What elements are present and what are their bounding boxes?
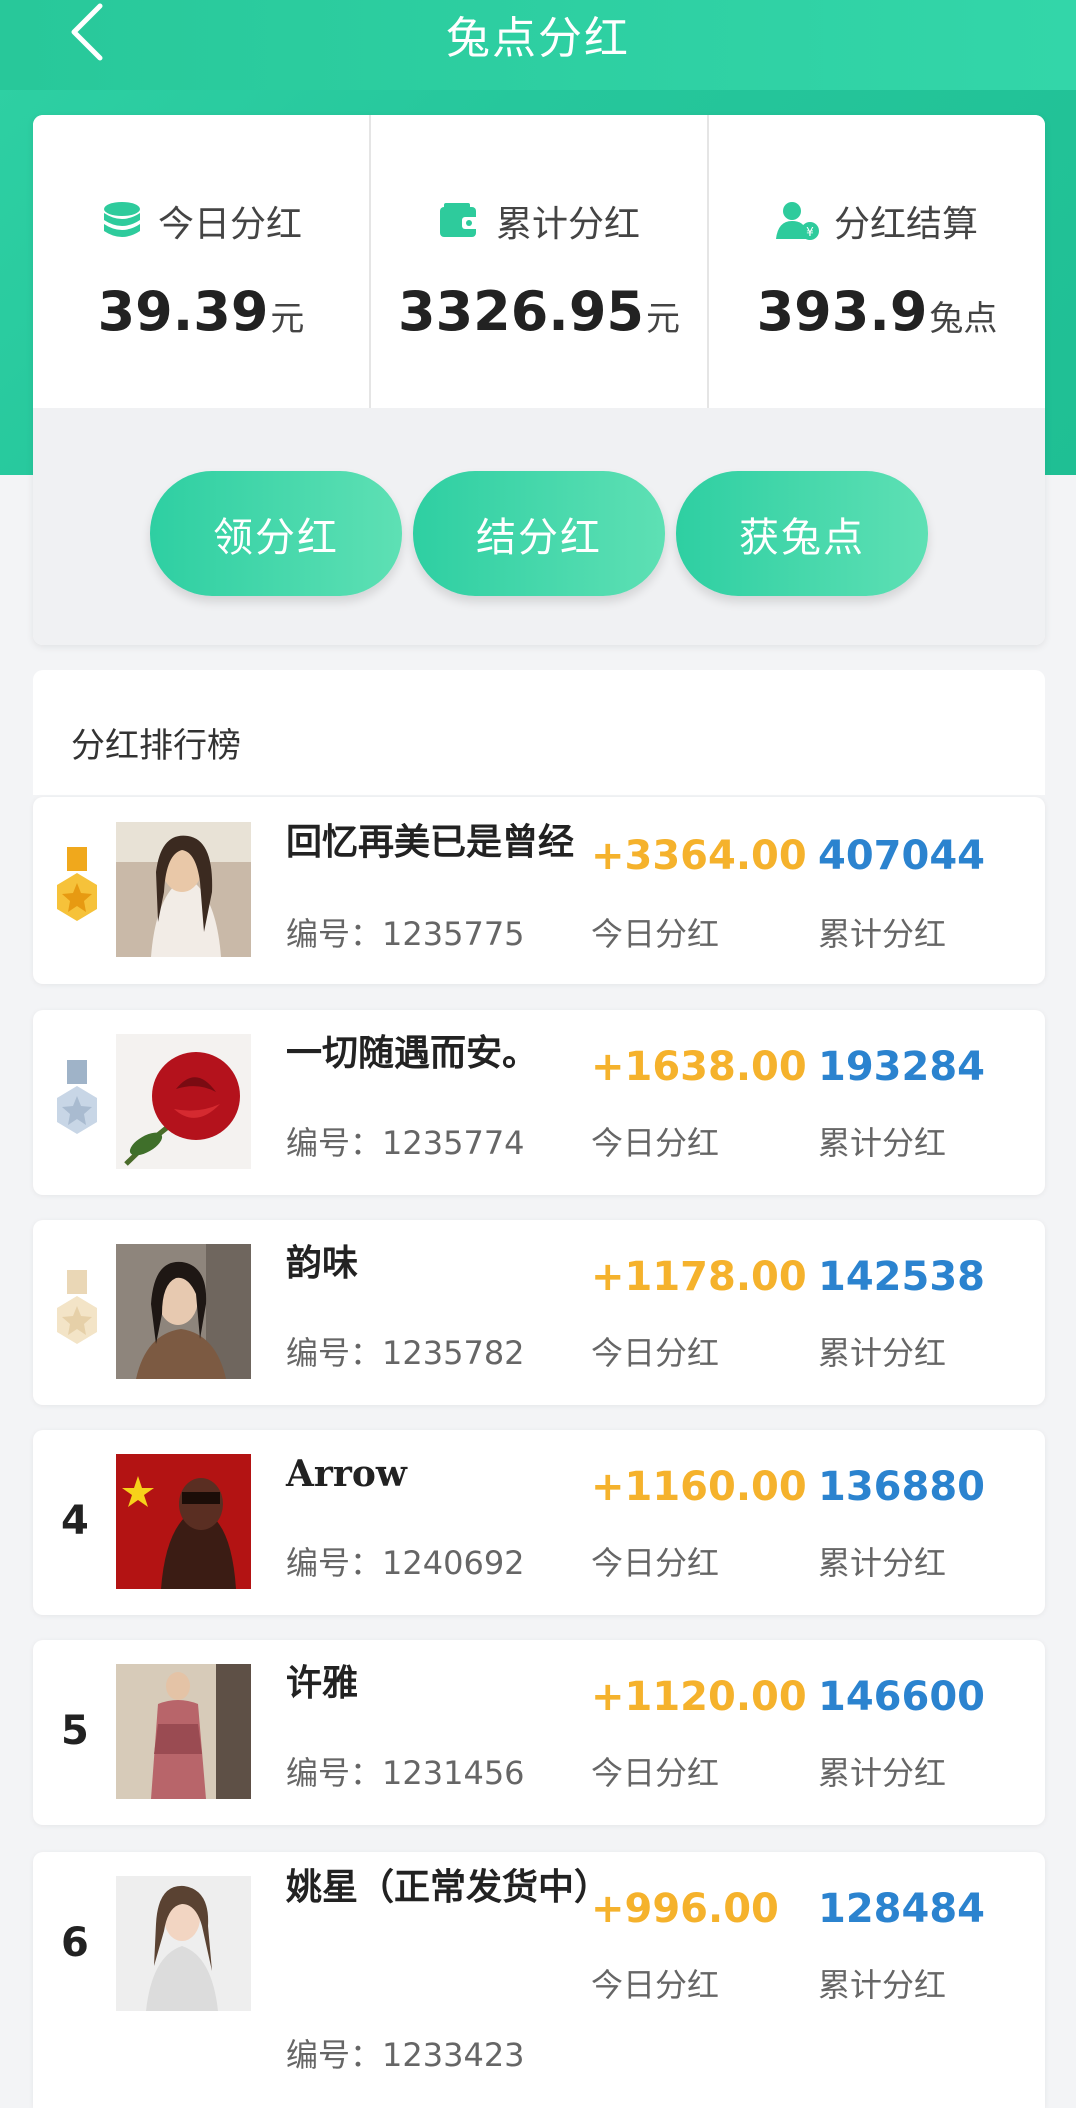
user-name: 韵味 xyxy=(286,1243,359,1284)
total-dividend-label: 累计分红 xyxy=(818,1966,947,2004)
user-id: 编号：1235775 xyxy=(286,915,525,953)
avatar xyxy=(116,1244,251,1379)
list-item[interactable]: 4 Arrow 编号：1240692 +1160.00 今日分红 136880 … xyxy=(33,1430,1045,1615)
list-item[interactable]: 6 姚星（正常发货中） 编号：1233423 +996.00 今日分红 1284… xyxy=(33,1852,1045,2108)
settle-dividend-button[interactable]: 结分红 xyxy=(413,471,665,596)
user-id: 编号：1233423 xyxy=(286,2036,525,2074)
today-dividend-value: +1120.00 xyxy=(591,1674,807,1720)
stat-value: 393.9 xyxy=(756,280,928,343)
today-dividend-label: 今日分红 xyxy=(591,1334,720,1372)
stat-value: 3326.95 xyxy=(398,280,644,343)
wallet-icon xyxy=(439,203,480,237)
coins-stack-icon xyxy=(103,202,140,237)
total-dividend-value: 193284 xyxy=(818,1044,985,1090)
user-id: 编号：1240692 xyxy=(286,1544,525,1582)
user-id: 编号：1231456 xyxy=(286,1754,525,1792)
avatar xyxy=(116,1876,251,2011)
stat-value: 39.39 xyxy=(97,280,269,343)
avatar xyxy=(116,1034,251,1169)
total-dividend-label: 累计分红 xyxy=(818,1334,947,1372)
avatar xyxy=(116,1454,251,1589)
user-name: 一切随遇而安。 xyxy=(286,1033,539,1074)
user-name: Arrow xyxy=(286,1453,407,1495)
user-name: 回忆再美已是曾经 xyxy=(286,822,575,863)
user-id: 编号：1235782 xyxy=(286,1334,525,1372)
today-dividend-value: +996.00 xyxy=(591,1886,779,1932)
avatar xyxy=(116,822,251,957)
stat-total-dividend: 累计分红 3326.95元 xyxy=(371,115,709,408)
user-name: 姚星（正常发货中） xyxy=(286,1867,611,1908)
today-dividend-value: +1638.00 xyxy=(591,1044,807,1090)
today-dividend-value: +3364.00 xyxy=(591,833,807,879)
rank-number: 5 xyxy=(61,1708,89,1754)
stats-row: 今日分红 39.39元 累计分红 3326.95元 ¥ 分红结算 393.9兔点 xyxy=(33,115,1045,408)
user-id: 编号：1235774 xyxy=(286,1124,525,1162)
get-points-button[interactable]: 获兔点 xyxy=(676,471,928,596)
total-dividend-value: 136880 xyxy=(818,1464,985,1510)
total-dividend-value: 128484 xyxy=(818,1886,985,1932)
total-dividend-value: 142538 xyxy=(818,1254,985,1300)
list-item[interactable]: 韵味 编号：1235782 +1178.00 今日分红 142538 累计分红 xyxy=(33,1220,1045,1405)
total-dividend-value: 407044 xyxy=(818,833,985,879)
svg-text:¥: ¥ xyxy=(806,225,814,239)
stat-settlement: ¥ 分红结算 393.9兔点 xyxy=(709,115,1045,408)
user-yen-icon: ¥ xyxy=(775,202,819,240)
today-dividend-value: +1178.00 xyxy=(591,1254,807,1300)
today-dividend-label: 今日分红 xyxy=(591,1754,720,1792)
gold-medal-icon xyxy=(57,847,97,921)
actions-row: 领分红 结分红 获兔点 xyxy=(33,408,1045,645)
rank-number: 6 xyxy=(61,1920,89,1966)
stat-unit: 兔点 xyxy=(929,299,998,339)
today-dividend-label: 今日分红 xyxy=(591,1544,720,1582)
stat-unit: 元 xyxy=(645,299,680,339)
ranking-header: 分红排行榜 xyxy=(33,670,1045,795)
summary-card: 今日分红 39.39元 累计分红 3326.95元 ¥ 分红结算 393.9兔点… xyxy=(33,115,1045,645)
stat-label: 分红结算 xyxy=(833,204,978,245)
page-title: 兔点分红 xyxy=(446,13,630,64)
stat-label: 累计分红 xyxy=(495,204,640,245)
silver-medal-icon xyxy=(57,1060,97,1134)
stat-label: 今日分红 xyxy=(157,204,302,245)
total-dividend-label: 累计分红 xyxy=(818,1544,947,1582)
avatar xyxy=(116,1664,251,1799)
list-item[interactable]: 5 许雅 编号：1231456 +1120.00 今日分红 146600 累计分… xyxy=(33,1640,1045,1825)
list-item[interactable]: 回忆再美已是曾经 编号：1235775 +3364.00 今日分红 407044… xyxy=(33,797,1045,984)
total-dividend-label: 累计分红 xyxy=(818,1124,947,1162)
stat-today-dividend: 今日分红 39.39元 xyxy=(33,115,371,408)
list-item[interactable]: 一切随遇而安。 编号：1235774 +1638.00 今日分红 193284 … xyxy=(33,1010,1045,1195)
today-dividend-value: +1160.00 xyxy=(591,1464,807,1510)
rank-number: 4 xyxy=(61,1498,89,1544)
total-dividend-label: 累计分红 xyxy=(818,1754,947,1792)
total-dividend-value: 146600 xyxy=(818,1674,985,1720)
ranking-title: 分红排行榜 xyxy=(71,726,241,766)
total-dividend-label: 累计分红 xyxy=(818,915,947,953)
stat-unit: 元 xyxy=(270,299,305,339)
today-dividend-label: 今日分红 xyxy=(591,915,720,953)
user-name: 许雅 xyxy=(286,1663,359,1704)
bronze-medal-icon xyxy=(57,1270,97,1344)
top-bar: 兔点分红 xyxy=(0,0,1076,90)
claim-dividend-button[interactable]: 领分红 xyxy=(150,471,402,596)
today-dividend-label: 今日分红 xyxy=(591,1124,720,1162)
today-dividend-label: 今日分红 xyxy=(591,1966,720,2004)
